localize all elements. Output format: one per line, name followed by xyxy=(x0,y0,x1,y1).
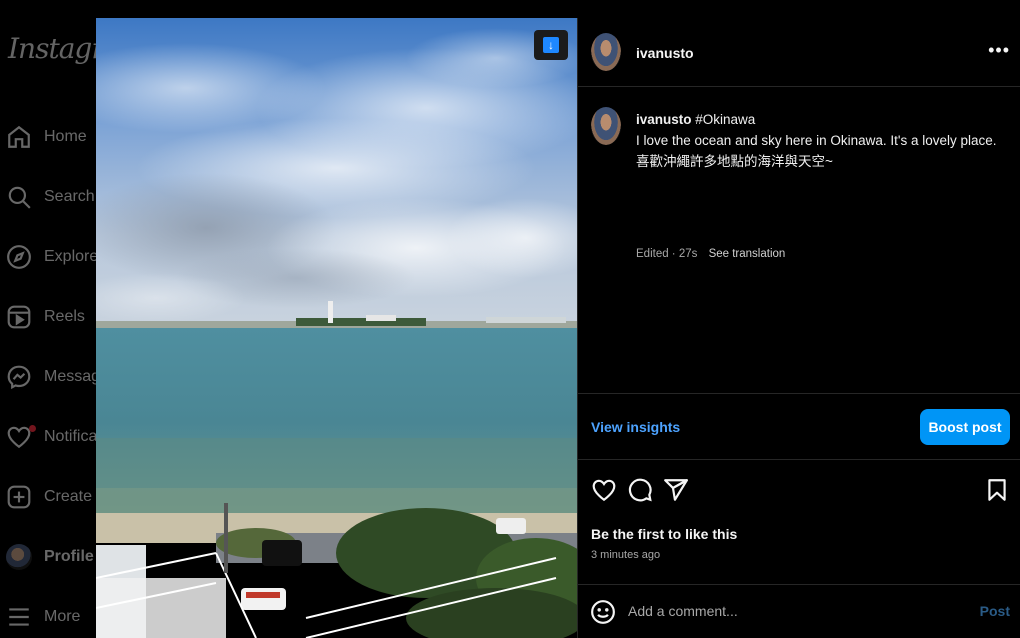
comment-bar: Post xyxy=(578,585,1020,638)
sidebar-item-more[interactable]: More xyxy=(6,602,80,632)
sidebar-item-explore[interactable]: Explore xyxy=(6,242,98,272)
home-icon xyxy=(8,125,30,148)
caption-hashtag[interactable]: #Okinawa xyxy=(695,112,755,127)
reels-icon xyxy=(7,305,31,329)
see-translation-link[interactable]: See translation xyxy=(709,248,786,260)
download-button[interactable]: ↓ xyxy=(534,30,568,60)
compass-icon xyxy=(7,245,31,269)
download-icon: ↓ xyxy=(543,37,559,53)
post-photo[interactable]: ↓ xyxy=(96,18,577,638)
like-heart-icon[interactable] xyxy=(591,477,617,503)
ocean-sky-photo xyxy=(96,18,577,638)
avatar xyxy=(6,544,32,570)
sidebar-item-reels[interactable]: Reels xyxy=(6,302,85,332)
more-options-icon[interactable]: ••• xyxy=(988,40,1010,61)
sidebar-item-label: Reels xyxy=(44,308,85,325)
caption-avatar[interactable] xyxy=(591,107,621,145)
save-bookmark-icon[interactable] xyxy=(984,477,1010,503)
sidebar-item-home[interactable]: Home xyxy=(6,122,87,152)
caption-line-english: I love the ocean and sky here in Okinawa… xyxy=(636,133,997,148)
share-icon[interactable] xyxy=(663,477,689,503)
caption-meta: Edited · 27s See translation xyxy=(636,248,785,260)
sidebar-item-label: Profile xyxy=(44,548,94,565)
author-username[interactable]: ivanusto xyxy=(636,45,694,61)
author-avatar[interactable] xyxy=(591,33,621,71)
search-icon xyxy=(8,186,31,209)
likes-count[interactable]: Be the first to like this xyxy=(591,526,737,542)
caption-text: ivanusto #Okinawa I love the ocean and s… xyxy=(636,109,1006,172)
post-actions: Be the first to like this 3 minutes ago xyxy=(578,460,1020,585)
caption-section: ivanusto #Okinawa I love the ocean and s… xyxy=(578,87,1020,394)
caption-line-chinese: 喜歡沖繩許多地點的海洋與天空~ xyxy=(636,154,833,169)
sidebar: Instagram Home Search Explore Reels Mess… xyxy=(0,0,146,638)
caption-username[interactable]: ivanusto xyxy=(636,112,692,127)
emoji-icon[interactable] xyxy=(590,599,616,625)
view-insights-link[interactable]: View insights xyxy=(591,419,680,435)
sidebar-item-search[interactable]: Search xyxy=(6,182,95,212)
post-comment-button[interactable]: Post xyxy=(980,603,1010,619)
sidebar-item-label: More xyxy=(44,608,81,625)
post-time: 3 minutes ago xyxy=(591,549,661,561)
insights-bar: View insights Boost post xyxy=(578,394,1020,460)
sidebar-item-profile[interactable]: Profile xyxy=(6,542,94,572)
sidebar-item-label: Create xyxy=(44,488,93,505)
post-details-panel: ivanusto ••• ivanusto #Okinawa I love th… xyxy=(577,18,1020,638)
menu-icon xyxy=(9,608,29,626)
comment-icon[interactable] xyxy=(627,477,653,503)
notification-dot xyxy=(29,425,36,432)
sidebar-item-label: Search xyxy=(44,188,95,205)
sidebar-item-label: Explore xyxy=(44,248,99,265)
plus-square-icon xyxy=(7,485,31,509)
comment-input[interactable] xyxy=(628,600,948,622)
messenger-icon xyxy=(7,365,31,390)
sidebar-item-label: Home xyxy=(44,128,87,145)
post-header: ivanusto ••• xyxy=(578,18,1020,87)
edited-timestamp: Edited · 27s xyxy=(636,248,698,260)
boost-post-button[interactable]: Boost post xyxy=(920,409,1010,445)
sidebar-item-create[interactable]: Create xyxy=(6,482,92,512)
